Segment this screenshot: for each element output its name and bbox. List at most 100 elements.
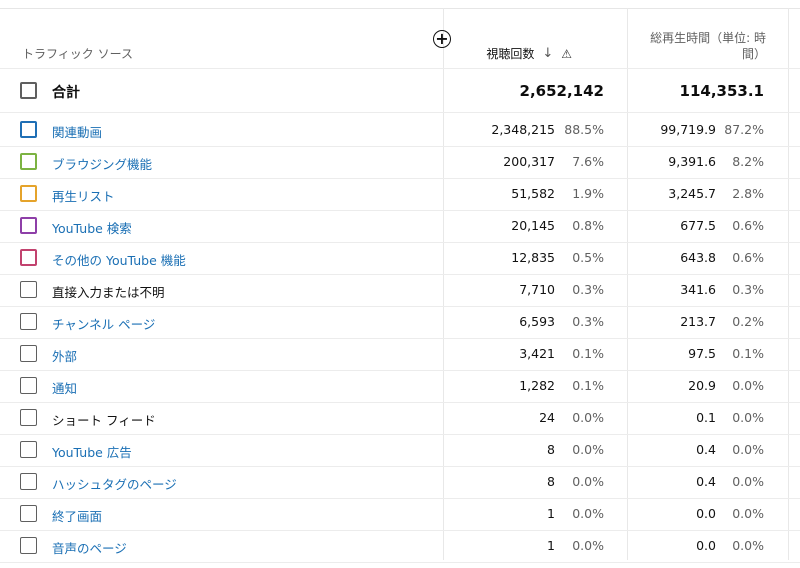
traffic-source-label: ショート フィード bbox=[52, 413, 156, 428]
row-divider bbox=[0, 178, 800, 179]
row-divider bbox=[0, 498, 800, 499]
row-checkbox[interactable] bbox=[20, 153, 37, 170]
views-percent: 0.0% bbox=[572, 442, 604, 457]
views-value: 51,582 bbox=[511, 186, 555, 201]
watch-time-value: 677.5 bbox=[680, 218, 716, 233]
arrow-down-icon[interactable]: ↓ bbox=[542, 46, 553, 61]
views-percent: 0.8% bbox=[572, 218, 604, 233]
watch-time-percent: 87.2% bbox=[724, 122, 764, 137]
column-divider bbox=[443, 8, 444, 560]
views-value: 7,710 bbox=[519, 282, 555, 297]
watch-time-percent: 0.0% bbox=[732, 378, 764, 393]
row-divider bbox=[0, 306, 800, 307]
watch-time-percent: 0.1% bbox=[732, 346, 764, 361]
watch-time-percent: 0.0% bbox=[732, 442, 764, 457]
traffic-source-label[interactable]: ブラウジング機能 bbox=[52, 154, 152, 173]
row-divider bbox=[0, 530, 800, 531]
watch-time-percent: 0.6% bbox=[732, 250, 764, 265]
views-percent: 0.1% bbox=[572, 346, 604, 361]
views-percent: 0.5% bbox=[572, 250, 604, 265]
views-percent: 1.9% bbox=[572, 186, 604, 201]
row-checkbox[interactable] bbox=[20, 505, 37, 522]
watch-time-value: 99,719.9 bbox=[660, 122, 716, 137]
watch-time-percent: 0.0% bbox=[732, 506, 764, 521]
column-header-watch-time[interactable]: 総再生時間（単位: 時間） bbox=[646, 30, 766, 62]
watch-time-value: 0.4 bbox=[696, 474, 716, 489]
warning-icon: ⚠ bbox=[561, 46, 572, 61]
traffic-source-label[interactable]: チャンネル ページ bbox=[52, 314, 155, 333]
total-divider bbox=[0, 112, 800, 113]
views-percent: 0.1% bbox=[572, 378, 604, 393]
column-header-views[interactable]: 視聴回数 ↓ ⚠ bbox=[486, 45, 572, 62]
views-percent: 0.0% bbox=[572, 506, 604, 521]
row-checkbox[interactable] bbox=[20, 473, 37, 490]
total-checkbox[interactable] bbox=[20, 82, 37, 99]
row-divider bbox=[0, 242, 800, 243]
watch-time-percent: 0.0% bbox=[732, 538, 764, 553]
traffic-source-label[interactable]: ハッシュタグのページ bbox=[52, 474, 177, 493]
views-value: 1 bbox=[547, 506, 555, 521]
views-value: 8 bbox=[547, 474, 555, 489]
watch-time-percent: 0.0% bbox=[732, 474, 764, 489]
views-value: 24 bbox=[539, 410, 555, 425]
row-checkbox[interactable] bbox=[20, 121, 37, 138]
column-header-views-label: 視聴回数 bbox=[486, 47, 535, 61]
row-divider bbox=[0, 338, 800, 339]
watch-time-value: 9,391.6 bbox=[668, 154, 716, 169]
watch-time-value: 0.0 bbox=[696, 506, 716, 521]
traffic-source-label[interactable]: 関連動画 bbox=[52, 122, 102, 141]
row-checkbox[interactable] bbox=[20, 217, 37, 234]
row-checkbox[interactable] bbox=[20, 249, 37, 266]
traffic-source-label[interactable]: 通知 bbox=[52, 378, 77, 397]
views-value: 2,348,215 bbox=[491, 122, 555, 137]
row-divider bbox=[0, 210, 800, 211]
views-value: 3,421 bbox=[519, 346, 555, 361]
views-percent: 88.5% bbox=[564, 122, 604, 137]
row-divider bbox=[0, 466, 800, 467]
total-views: 2,652,142 bbox=[519, 82, 604, 100]
views-percent: 0.0% bbox=[572, 410, 604, 425]
row-checkbox[interactable] bbox=[20, 441, 37, 458]
plus-circle-icon[interactable]: + bbox=[433, 30, 451, 48]
row-divider bbox=[0, 434, 800, 435]
row-checkbox[interactable] bbox=[20, 313, 37, 330]
table-top-border bbox=[0, 8, 800, 9]
traffic-source-label[interactable]: 終了画面 bbox=[52, 506, 102, 525]
total-watch-time: 114,353.1 bbox=[679, 82, 764, 100]
watch-time-value: 0.1 bbox=[696, 410, 716, 425]
column-divider bbox=[788, 8, 789, 560]
row-checkbox[interactable] bbox=[20, 281, 37, 298]
traffic-source-label[interactable]: YouTube 検索 bbox=[52, 218, 132, 237]
traffic-source-label[interactable]: 再生リスト bbox=[52, 186, 115, 205]
row-checkbox[interactable] bbox=[20, 537, 37, 554]
views-percent: 0.3% bbox=[572, 314, 604, 329]
traffic-source-table: トラフィック ソース + 視聴回数 ↓ ⚠ 総再生時間（単位: 時間） 合計 2… bbox=[0, 0, 800, 568]
views-value: 20,145 bbox=[511, 218, 555, 233]
row-divider bbox=[0, 402, 800, 403]
watch-time-percent: 0.2% bbox=[732, 314, 764, 329]
views-percent: 0.3% bbox=[572, 282, 604, 297]
row-divider bbox=[0, 562, 800, 563]
views-percent: 7.6% bbox=[572, 154, 604, 169]
watch-time-value: 20.9 bbox=[688, 378, 716, 393]
traffic-source-label: 直接入力または不明 bbox=[52, 285, 165, 300]
row-checkbox[interactable] bbox=[20, 377, 37, 394]
row-divider bbox=[0, 370, 800, 371]
watch-time-percent: 0.3% bbox=[732, 282, 764, 297]
watch-time-percent: 0.6% bbox=[732, 218, 764, 233]
views-percent: 0.0% bbox=[572, 474, 604, 489]
row-checkbox[interactable] bbox=[20, 409, 37, 426]
views-percent: 0.0% bbox=[572, 538, 604, 553]
views-value: 1,282 bbox=[519, 378, 555, 393]
row-checkbox[interactable] bbox=[20, 185, 37, 202]
views-value: 6,593 bbox=[519, 314, 555, 329]
traffic-source-label[interactable]: 音声のページ bbox=[52, 538, 127, 557]
row-checkbox[interactable] bbox=[20, 345, 37, 362]
watch-time-value: 3,245.7 bbox=[668, 186, 716, 201]
views-value: 200,317 bbox=[503, 154, 555, 169]
traffic-source-label[interactable]: その他の YouTube 機能 bbox=[52, 250, 186, 269]
total-label: 合計 bbox=[52, 85, 80, 101]
traffic-source-label[interactable]: YouTube 広告 bbox=[52, 442, 132, 461]
traffic-source-label[interactable]: 外部 bbox=[52, 346, 77, 365]
column-header-traffic-source[interactable]: トラフィック ソース bbox=[22, 45, 133, 62]
